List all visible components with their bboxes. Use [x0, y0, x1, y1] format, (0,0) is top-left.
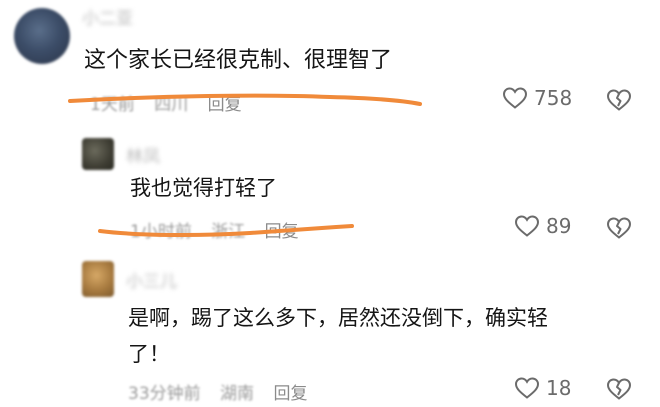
- avatar[interactable]: [82, 261, 114, 297]
- broken-heart-icon: [606, 89, 632, 111]
- dislike-button[interactable]: [606, 88, 632, 116]
- comment-2: 林凤 我也觉得打轻了 1小时前 浙江 回复 89: [0, 130, 660, 250]
- heart-icon: [514, 377, 540, 399]
- username[interactable]: 林凤: [126, 142, 160, 167]
- reply-button[interactable]: 回复: [208, 95, 242, 115]
- comment-location: 浙江: [211, 222, 246, 242]
- broken-heart-icon: [606, 217, 632, 239]
- comment-text: 这个家长已经很克制、很理智了: [84, 48, 393, 73]
- avatar[interactable]: [82, 138, 114, 170]
- username[interactable]: 小二亚: [82, 4, 133, 29]
- comment-meta: 1小时前 浙江 回复: [130, 217, 313, 242]
- heart-icon: [502, 87, 528, 109]
- comment-time: 1天前: [90, 95, 135, 115]
- avatar[interactable]: [14, 8, 70, 64]
- comment-time: 33分钟前: [128, 384, 201, 404]
- reply-button[interactable]: 回复: [273, 384, 307, 404]
- comment-time: 1小时前: [130, 222, 192, 242]
- comment-location: 四川: [154, 95, 189, 115]
- like-count: 89: [546, 214, 572, 238]
- reply-button[interactable]: 回复: [265, 222, 299, 242]
- comment-text-line-2: 了！: [128, 342, 170, 366]
- comment-meta: 33分钟前 湖南 回复: [128, 379, 321, 404]
- comment-1: 小二亚 这个家长已经很克制、很理智了 1天前 四川 回复 758: [0, 0, 660, 120]
- like-button[interactable]: 18: [514, 376, 571, 400]
- like-button[interactable]: 758: [502, 86, 572, 110]
- comment-text-line-1: 是啊，踢了这么多下，居然还没倒下，确实轻: [128, 306, 548, 330]
- like-count: 758: [534, 86, 573, 110]
- comment-text: 我也觉得打轻了: [130, 176, 277, 200]
- dislike-button[interactable]: [606, 216, 632, 244]
- like-count: 18: [546, 376, 572, 400]
- username[interactable]: 小三儿: [126, 267, 177, 292]
- heart-icon: [514, 215, 540, 237]
- dislike-button[interactable]: [606, 377, 632, 405]
- comment-location: 湖南: [220, 384, 255, 404]
- broken-heart-icon: [606, 378, 632, 400]
- comment-3: 小三儿 是啊，踢了这么多下，居然还没倒下，确实轻 了！ 33分钟前 湖南 回复 …: [0, 255, 660, 407]
- like-button[interactable]: 89: [514, 214, 571, 238]
- comment-meta: 1天前 四川 回复: [90, 90, 256, 115]
